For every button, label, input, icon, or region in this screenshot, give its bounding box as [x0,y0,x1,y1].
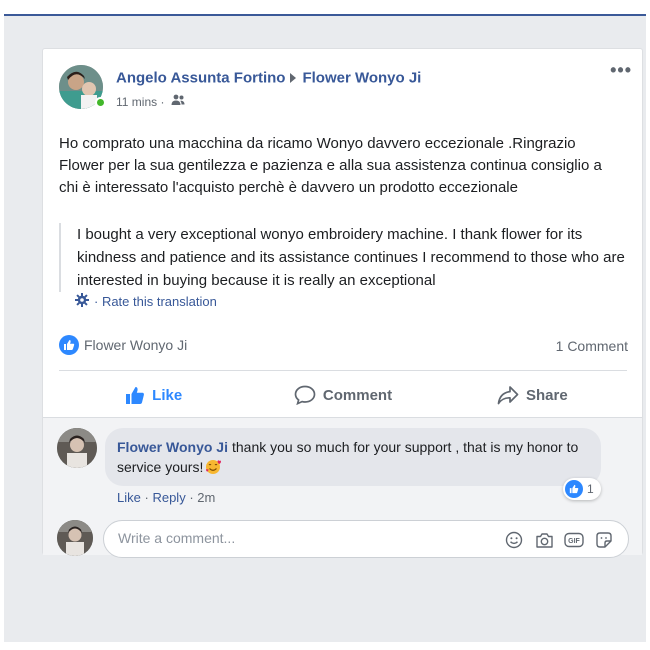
post-timestamp[interactable]: 11 mins [116,95,157,109]
post-actions: Like Comment Share [59,371,627,419]
meta-separator: · [160,94,165,109]
rate-translation-link[interactable]: · Rate this translation [94,294,217,309]
post-body: Ho comprato una macchina da ricamo Wonyo… [59,135,602,196]
comment-button[interactable]: Comment [248,371,437,419]
gear-icon[interactable] [75,293,89,310]
commenter-avatar[interactable] [57,428,97,468]
reactions-summary[interactable]: Flower Wonyo Ji [59,335,187,355]
sticker-icon[interactable] [594,530,614,550]
like-reaction-icon [59,335,79,355]
target-page-link[interactable]: Flower Wonyo Ji [302,70,421,87]
comment-author-link[interactable]: Flower Wonyo Ji [117,439,228,455]
svg-text:GIF: GIF [568,538,580,545]
share-icon [497,386,519,405]
comment-count[interactable]: 1 Comment [556,338,628,354]
rate-translation-row: · Rate this translation [75,293,217,310]
thumbs-up-icon [126,387,145,404]
write-comment-input[interactable] [118,530,478,546]
page-background: Angelo Assunta Fortino Flower Wonyo Ji 11… [4,14,646,642]
author-name-link[interactable]: Angelo Assunta Fortino [116,70,285,87]
comment-reaction-badge[interactable]: 1 [563,478,601,500]
like-label: Like [152,386,183,404]
online-status-dot [95,97,106,108]
share-label: Share [525,386,568,404]
comments-section: Flower Wonyo Ji thank you so much for you… [43,417,642,558]
meta-separator: · [144,490,149,505]
translated-text: I bought a very exceptional wonyo embroi… [59,223,629,292]
comment-icon [294,385,316,405]
post-meta: 11 mins · [116,94,185,109]
composer-tools: GIF [504,530,614,550]
comment-bubble: Flower Wonyo Ji thank you so much for you… [105,428,601,486]
comment-meta: Like · Reply · 2m [117,490,215,505]
current-user-avatar[interactable] [57,520,93,556]
comment-like-link[interactable]: Like [117,490,141,505]
meta-separator: · [189,490,194,505]
smiling-face-with-hearts-icon [205,459,222,475]
camera-icon[interactable] [534,530,554,550]
arrow-right-icon [290,73,297,84]
emoji-icon[interactable] [504,530,524,550]
gif-icon[interactable]: GIF [564,530,584,550]
like-button[interactable]: Like [59,371,248,419]
comment-timestamp[interactable]: 2m [197,490,215,505]
comment-reaction-count: 1 [587,482,594,496]
comment-reply-link[interactable]: Reply [152,490,185,505]
share-button[interactable]: Share [438,371,627,419]
more-options-icon[interactable]: ••• [610,61,632,79]
friends-icon[interactable] [171,94,185,109]
post-card: Angelo Assunta Fortino Flower Wonyo Ji 11… [42,48,643,558]
post-header: Angelo Assunta Fortino Flower Wonyo Ji [116,69,421,87]
comment-label: Comment [322,386,393,404]
reactions-names[interactable]: Flower Wonyo Ji [84,337,187,353]
comment-composer: GIF [103,520,629,558]
like-reaction-icon [565,480,583,498]
